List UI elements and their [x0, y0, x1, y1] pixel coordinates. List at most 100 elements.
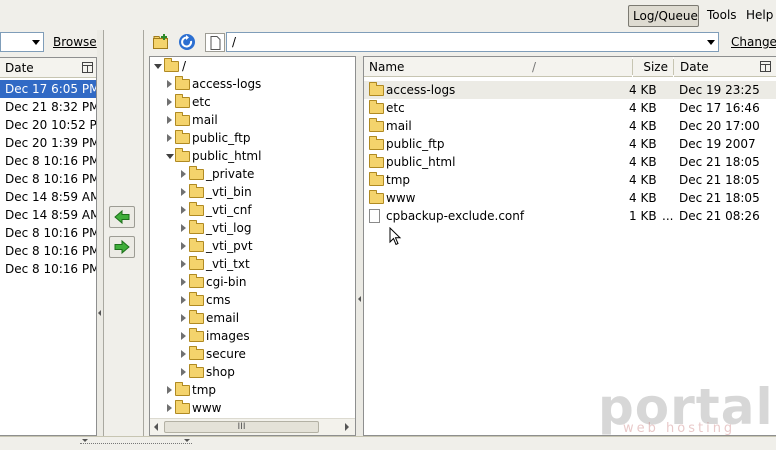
- scroll-thumb[interactable]: III: [164, 421, 319, 433]
- tree-item[interactable]: public_ftp: [150, 129, 355, 147]
- list-item[interactable]: Dec 21 8:32 PM: [0, 98, 96, 116]
- refresh-button[interactable]: [178, 33, 196, 51]
- chevron-right-icon[interactable]: [181, 296, 186, 304]
- new-folder-button[interactable]: [152, 33, 170, 51]
- chevron-right-icon[interactable]: [167, 98, 172, 106]
- chevron-right-icon[interactable]: [167, 116, 172, 124]
- chevron-right-icon[interactable]: [181, 188, 186, 196]
- table-row[interactable]: etc 4 KB Dec 17 16:46: [364, 99, 776, 117]
- list-item[interactable]: Dec 14 8:59 AM: [0, 188, 96, 206]
- tree-root[interactable]: /: [150, 57, 355, 75]
- tree-item[interactable]: access-logs: [150, 75, 355, 93]
- list-item[interactable]: Dec 8 10:16 PM: [0, 170, 96, 188]
- tree-item[interactable]: _vti_bin: [150, 183, 355, 201]
- table-row[interactable]: access-logs 4 KB Dec 19 23:25: [364, 81, 776, 99]
- date-cell: Dec 20 1:39 PM: [5, 136, 97, 150]
- browse-label: Browse: [53, 35, 97, 49]
- change-button[interactable]: Change: [731, 35, 776, 49]
- file-type-button[interactable]: [205, 33, 225, 52]
- tree-item[interactable]: _private: [150, 165, 355, 183]
- tree-item[interactable]: public_html: [150, 147, 355, 165]
- local-path-combo[interactable]: [0, 32, 44, 52]
- mouse-cursor-icon: [389, 227, 402, 246]
- list-item[interactable]: Dec 8 10:16 PM: [0, 152, 96, 170]
- folder-icon: [189, 220, 204, 234]
- chevron-right-icon[interactable]: [181, 224, 186, 232]
- tree-list-splitter[interactable]: [356, 56, 363, 436]
- upload-button[interactable]: [109, 236, 135, 258]
- date-column-header[interactable]: Date: [674, 57, 760, 77]
- file-date-cell: Dec 21 18:05: [679, 173, 760, 187]
- tree-label: public_html: [192, 149, 262, 163]
- date-cell: Dec 8 10:16 PM: [5, 262, 97, 276]
- list-item[interactable]: Dec 8 10:16 PM: [0, 242, 96, 260]
- tree-item[interactable]: _vti_log: [150, 219, 355, 237]
- tree-horizontal-scrollbar[interactable]: III: [150, 418, 355, 435]
- list-item[interactable]: Dec 8 10:16 PM: [0, 260, 96, 278]
- chevron-down-icon[interactable]: [154, 64, 162, 69]
- chevron-right-icon[interactable]: [181, 368, 186, 376]
- list-item[interactable]: Dec 8 10:16 PM: [0, 224, 96, 242]
- tree-item[interactable]: mail: [150, 111, 355, 129]
- chevron-right-icon[interactable]: [181, 314, 186, 322]
- remote-path-combo[interactable]: /: [226, 32, 719, 52]
- list-item[interactable]: Dec 17 6:05 PM: [0, 80, 96, 98]
- help-menu[interactable]: Help: [742, 5, 776, 27]
- tree-label: images: [206, 329, 250, 343]
- name-column-header[interactable]: Name /: [364, 57, 632, 77]
- chevron-right-icon[interactable]: [167, 134, 172, 142]
- tree-item[interactable]: _vti_txt: [150, 255, 355, 273]
- tree-item[interactable]: etc: [150, 93, 355, 111]
- tree-item[interactable]: email: [150, 309, 355, 327]
- table-row[interactable]: mail 4 KB Dec 20 17:00: [364, 117, 776, 135]
- chevron-down-icon: [184, 439, 190, 442]
- chevron-right-icon[interactable]: [167, 80, 172, 88]
- list-item[interactable]: Dec 20 10:52 PM: [0, 116, 96, 134]
- tools-menu[interactable]: Tools: [703, 5, 741, 27]
- list-item[interactable]: Dec 14 8:59 AM: [0, 206, 96, 224]
- table-row[interactable]: cpbackup-exclude.conf 1 KB... Dec 21 08:26: [364, 207, 776, 225]
- chevron-right-icon[interactable]: [181, 206, 186, 214]
- date-column-header[interactable]: Date: [0, 58, 80, 78]
- table-row[interactable]: www 4 KB Dec 21 18:05: [364, 189, 776, 207]
- chevron-down-icon[interactable]: [166, 154, 174, 159]
- tree-label: access-logs: [192, 77, 262, 91]
- chevron-right-icon[interactable]: [181, 332, 186, 340]
- chevron-right-icon[interactable]: [181, 278, 186, 286]
- tree-item[interactable]: cms: [150, 291, 355, 309]
- tree-item[interactable]: shop: [150, 363, 355, 381]
- browse-button[interactable]: Browse: [53, 35, 97, 49]
- size-column-header[interactable]: Size: [633, 57, 673, 77]
- tree-label: mail: [192, 113, 218, 127]
- date-cell: Dec 14 8:59 AM: [5, 208, 97, 222]
- tree-item[interactable]: cgi-bin: [150, 273, 355, 291]
- file-size-cell: 4 KB: [629, 119, 657, 133]
- chevron-right-icon[interactable]: [181, 350, 186, 358]
- table-row[interactable]: public_ftp 4 KB Dec 19 2007: [364, 135, 776, 153]
- column-chooser-button[interactable]: [758, 57, 776, 77]
- chevron-right-icon[interactable]: [181, 260, 186, 268]
- tree-item[interactable]: www: [150, 399, 355, 417]
- download-button[interactable]: [109, 206, 135, 228]
- chevron-right-icon[interactable]: [167, 404, 172, 412]
- local-file-list[interactable]: Date Dec 17 6:05 PM Dec 21 8:32 PM Dec 20 …: [0, 57, 97, 436]
- column-chooser-button[interactable]: [80, 58, 96, 78]
- chevron-right-icon[interactable]: [181, 242, 186, 250]
- list-item[interactable]: Dec 20 1:39 PM: [0, 134, 96, 152]
- tree-item[interactable]: secure: [150, 345, 355, 363]
- arrow-right-icon: [114, 239, 130, 255]
- chevron-right-icon[interactable]: [167, 386, 172, 394]
- remote-path-value: /: [232, 35, 237, 49]
- scroll-left-icon[interactable]: [154, 423, 158, 431]
- tree-item[interactable]: images: [150, 327, 355, 345]
- chevron-right-icon[interactable]: [181, 170, 186, 178]
- log-queue-button[interactable]: Log/Queue: [628, 5, 699, 27]
- bottom-splitter-handle[interactable]: [80, 438, 192, 444]
- remote-folder-tree[interactable]: / access-logs etc mail public_ftp public_html…: [149, 56, 356, 436]
- tree-item[interactable]: tmp: [150, 381, 355, 399]
- tree-item[interactable]: _vti_pvt: [150, 237, 355, 255]
- table-row[interactable]: tmp 4 KB Dec 21 18:05: [364, 171, 776, 189]
- table-row[interactable]: public_html 4 KB Dec 21 18:05: [364, 153, 776, 171]
- tree-item[interactable]: _vti_cnf: [150, 201, 355, 219]
- scroll-right-icon[interactable]: [345, 423, 349, 431]
